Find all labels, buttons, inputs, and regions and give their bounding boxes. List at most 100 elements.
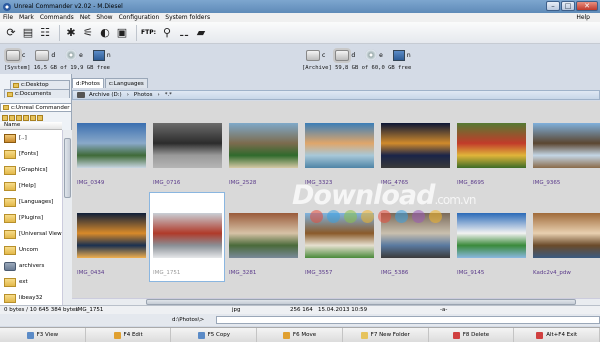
scroll-thumb[interactable] [64, 138, 71, 198]
right-drive-e[interactable]: e [365, 49, 383, 61]
left-panel: c:Desktop c:Documents c:Unreal Commander… [0, 74, 72, 305]
menu-file[interactable]: File [3, 14, 13, 21]
network-drive-icon [392, 49, 405, 61]
ftp-connect-icon[interactable]: ⚲ [160, 26, 174, 40]
folder-icon [13, 82, 19, 88]
menu-commands[interactable]: Commands [40, 14, 74, 21]
thumbnail-label: Kadc2v4_pdw [533, 270, 571, 276]
thumbnail-item[interactable]: Kadc2v4_pdw [530, 193, 600, 281]
right-drive-d[interactable]: d [335, 49, 355, 61]
left-scrollbar[interactable] [62, 130, 72, 305]
left-drive-c[interactable]: c [6, 49, 25, 61]
history-icon[interactable] [37, 114, 43, 121]
list-item[interactable]: ext [0, 274, 62, 290]
thumbnail-item[interactable]: IMG_1751 [149, 192, 225, 282]
thumbnail-item[interactable]: IMG_3281 [226, 193, 300, 281]
left-drive-d[interactable]: d [35, 49, 55, 61]
fkey-label: F3 View [36, 332, 59, 338]
thumbnail-item[interactable]: IMG_9365 [530, 103, 600, 191]
list-item[interactable]: [Graphics] [0, 162, 62, 178]
tab-photos[interactable]: d:Photos [72, 78, 104, 88]
list-item-label: libeay32 [19, 295, 43, 301]
minimize-button[interactable]: – [546, 1, 560, 11]
tree-icon[interactable]: ☷ [38, 26, 52, 40]
breadcrumb-photos[interactable]: Photos [134, 92, 153, 98]
maximize-button[interactable]: □ [561, 1, 575, 11]
pack-icon[interactable]: ▣ [115, 26, 129, 40]
select-star-icon[interactable]: ✱ [64, 26, 78, 40]
compare-icon[interactable]: ◐ [98, 26, 112, 40]
fkey-icon [360, 331, 368, 339]
list-item[interactable]: [Universal View [0, 226, 62, 242]
ftp-save-icon[interactable]: ▰ [194, 26, 208, 40]
thumbnail-item[interactable]: IMG_2528 [226, 103, 300, 191]
ftp-disconnect-icon[interactable]: ⚋ [177, 26, 191, 40]
horizontal-scrollbar[interactable] [72, 298, 600, 305]
menu-help[interactable]: Help [576, 14, 590, 21]
column-header-name[interactable]: Name [0, 122, 62, 130]
command-input[interactable] [216, 316, 600, 324]
left-drive-e[interactable]: e [65, 49, 83, 61]
function-key-bar: F3 View F4 Edit F5 Copy F6 Move F7 New Folde… [0, 327, 600, 342]
breadcrumb-sep: › [157, 92, 160, 98]
fkey-button[interactable]: Alt+F4 Exit [514, 328, 600, 342]
command-prompt: d:\Photos\> [172, 317, 205, 323]
home-folder-icon[interactable] [23, 114, 29, 121]
refresh-icon[interactable]: ⟳ [4, 26, 18, 40]
network-drive-icon [92, 49, 105, 61]
thumbnail-item[interactable]: IMG_0434 [74, 193, 148, 281]
menu-configuration[interactable]: Configuration [119, 14, 160, 21]
thumbnail-item[interactable]: IMG_0349 [74, 103, 148, 191]
left-tab-unreal-commander[interactable]: c:Unreal Commander [0, 103, 72, 112]
list-item[interactable]: [Fonts] [0, 146, 62, 162]
thumbnail-item[interactable]: IMG_0716 [150, 103, 224, 191]
archive-icon [4, 261, 16, 271]
thumbnail-item[interactable]: IMG_4765 [378, 103, 452, 191]
list-item[interactable]: [Languages] [0, 194, 62, 210]
list-item[interactable]: [Help] [0, 178, 62, 194]
fkey-button[interactable]: F8 Delete [429, 328, 515, 342]
root-folder-icon[interactable] [2, 114, 8, 121]
breadcrumb-drive[interactable]: Archive (D:) [89, 92, 122, 98]
thumbnail-label: IMG_9145 [457, 270, 485, 276]
favorites-icon[interactable] [30, 114, 36, 121]
menu-mark[interactable]: Mark [19, 14, 34, 21]
left-drive-n[interactable]: n [92, 49, 111, 61]
watermark-dot [429, 210, 442, 223]
list-item[interactable]: libeay32 [0, 290, 62, 305]
fkey-button[interactable]: F6 Move [257, 328, 343, 342]
left-tab-documents[interactable]: c:Documents [4, 89, 70, 98]
list-item[interactable]: [..] [0, 130, 62, 146]
fkey-icon [113, 331, 121, 339]
right-drive-c[interactable]: c [306, 49, 325, 61]
breadcrumb-filter[interactable]: *.* [165, 92, 172, 98]
new-folder-icon[interactable] [16, 114, 22, 121]
list-item[interactable]: Uncom [0, 242, 62, 258]
fkey-button[interactable]: F3 View [0, 328, 86, 342]
computer-icon [77, 92, 85, 98]
left-tab-desktop[interactable]: c:Desktop [10, 80, 70, 89]
view-mode-icon[interactable]: ▤ [21, 26, 35, 40]
list-item[interactable]: [Plugins] [0, 210, 62, 226]
filter-icon[interactable]: ⚟ [81, 26, 95, 40]
hard-drive-icon [335, 49, 350, 61]
folder-icon [4, 197, 16, 207]
menu-system-folders[interactable]: System folders [165, 14, 210, 21]
thumbnail-item[interactable]: IMG_3323 [302, 103, 376, 191]
watermark-dot [310, 210, 323, 223]
parent-folder-icon [4, 133, 16, 143]
thumbnail-item[interactable]: IMG_8695 [454, 103, 528, 191]
menu-net[interactable]: Net [80, 14, 91, 21]
tab-languages[interactable]: c:Languages [104, 78, 148, 88]
fkey-button[interactable]: F7 New Folder [343, 328, 429, 342]
fkey-button[interactable]: F5 Copy [171, 328, 258, 342]
thumbnail-label: IMG_0716 [153, 180, 181, 186]
close-button[interactable]: ✕ [576, 1, 598, 11]
list-item[interactable]: archivers [0, 258, 62, 274]
fkey-icon [452, 331, 460, 339]
fkey-button[interactable]: F4 Edit [86, 328, 172, 342]
right-drive-n[interactable]: n [392, 49, 411, 61]
status-datetime: 15.04.2013 10:59 [318, 307, 368, 313]
parent-folder-icon[interactable] [9, 114, 15, 121]
menu-show[interactable]: Show [96, 14, 112, 21]
